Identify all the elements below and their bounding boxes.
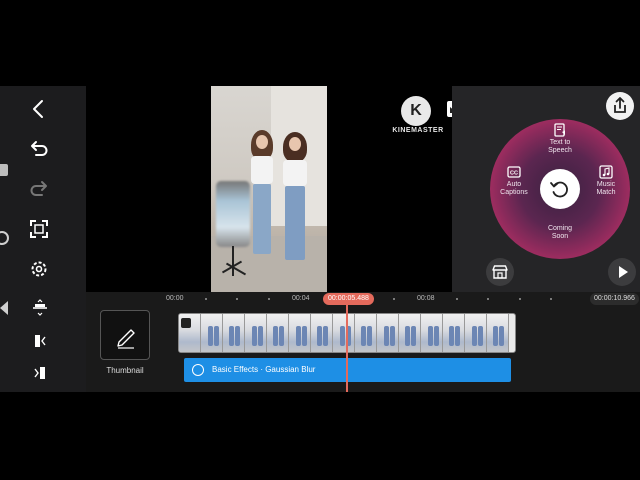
trim-right-icon[interactable] xyxy=(30,363,50,383)
media-wheel[interactable]: Text to Speech CC Auto Captions Music Ma… xyxy=(490,119,630,259)
play-icon xyxy=(619,266,628,278)
undo-icon[interactable] xyxy=(28,138,50,160)
preview-frame[interactable] xyxy=(211,86,327,292)
coming-soon-item: Coming Soon xyxy=(532,225,588,241)
trim-left-icon[interactable] xyxy=(30,331,50,351)
auto-captions-button[interactable]: CC Auto Captions xyxy=(486,165,542,197)
settings-icon[interactable] xyxy=(28,258,50,280)
editor-screen: K KINEMASTER Text to Speech CC Auto Capt… xyxy=(0,86,640,392)
refresh-icon xyxy=(550,181,568,198)
export-button[interactable] xyxy=(606,92,634,120)
coming-soon-label: Coming Soon xyxy=(547,225,573,240)
kinemaster-logo: K xyxy=(401,96,431,126)
wheel-center-button[interactable] xyxy=(540,169,580,209)
svg-text:CC: CC xyxy=(510,171,518,177)
music-match-label: Music Match xyxy=(596,181,616,196)
pencil-icon xyxy=(117,329,135,349)
clip-type-icon xyxy=(181,318,191,328)
system-home-button[interactable] xyxy=(0,231,9,245)
asset-store-button[interactable] xyxy=(486,258,514,286)
playhead[interactable] xyxy=(346,305,348,392)
effect-icon xyxy=(192,364,204,376)
store-icon xyxy=(492,265,508,279)
total-time-badge: 00:00:10.966 xyxy=(590,293,639,305)
back-chevron-icon[interactable] xyxy=(28,98,50,120)
kinemaster-wordmark: KINEMASTER xyxy=(392,127,444,134)
video-preview[interactable]: K KINEMASTER xyxy=(86,86,463,292)
auto-captions-icon: CC xyxy=(507,166,521,178)
thumbnail-button[interactable] xyxy=(100,310,150,360)
layer-align-icon[interactable] xyxy=(30,298,50,318)
system-recents-button[interactable] xyxy=(0,164,8,176)
redo-icon[interactable] xyxy=(28,178,50,200)
fullscreen-icon[interactable] xyxy=(28,218,50,240)
text-to-speech-icon xyxy=(554,123,565,137)
timeline[interactable]: 00:00 00:04 00:08 00:00:05.488 00:00:10.… xyxy=(86,292,640,392)
system-back-button[interactable] xyxy=(0,301,8,315)
right-panel: Text to Speech CC Auto Captions Music Ma… xyxy=(452,86,640,292)
current-time-badge: 00:00:05.488 xyxy=(323,293,374,305)
music-match-icon xyxy=(599,165,613,179)
auto-captions-label: Auto Captions xyxy=(500,181,528,196)
thumbnail-label: Thumbnail xyxy=(106,366,144,375)
play-button[interactable] xyxy=(608,258,636,286)
text-to-speech-label: Text to Speech xyxy=(548,139,572,154)
text-to-speech-button[interactable]: Text to Speech xyxy=(532,123,588,155)
ruler-label: 00:08 xyxy=(417,295,435,302)
music-match-button[interactable]: Music Match xyxy=(578,165,634,197)
ruler-label: 00:00 xyxy=(166,295,184,302)
effect-layer-label: Basic Effects · Gaussian Blur xyxy=(212,365,316,374)
ruler-label: 00:04 xyxy=(292,295,310,302)
